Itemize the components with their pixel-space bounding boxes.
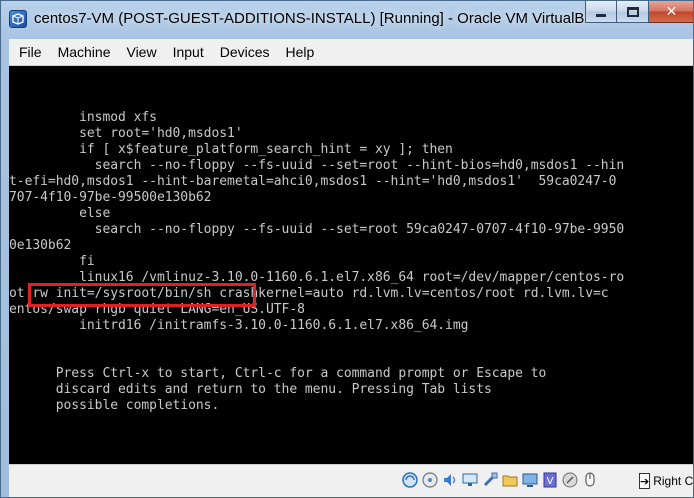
menu-help[interactable]: Help bbox=[278, 39, 323, 66]
audio-icon[interactable] bbox=[441, 471, 459, 489]
menu-file[interactable]: File bbox=[11, 39, 50, 66]
window-title: centos7-VM (POST-GUEST-ADDITIONS-INSTALL… bbox=[34, 10, 601, 27]
menu-machine[interactable]: Machine bbox=[50, 39, 119, 66]
console-line: 707-4f10-97be-99500e130b62 bbox=[9, 190, 212, 205]
menu-devices[interactable]: Devices bbox=[212, 39, 278, 66]
host-key-arrow-icon: ➔ bbox=[639, 473, 651, 489]
highlight-box-init-param bbox=[28, 283, 256, 307]
maximize-button[interactable] bbox=[617, 1, 649, 23]
console-line: fi bbox=[9, 254, 95, 269]
shared-folders-icon[interactable] bbox=[501, 471, 519, 489]
minimize-icon bbox=[596, 14, 606, 17]
virtualbox-app-icon[interactable] bbox=[9, 10, 27, 28]
console-line: search --no-floppy --fs-uuid --set=root … bbox=[9, 222, 625, 237]
network-icon[interactable] bbox=[461, 471, 479, 489]
menu-view[interactable]: View bbox=[118, 39, 164, 66]
mouse-integration-icon[interactable] bbox=[581, 471, 599, 489]
host-key-indicator[interactable]: ➔ Right Ctrl bbox=[639, 471, 694, 491]
console-line: if [ x$feature_platform_search_hint = xy… bbox=[9, 142, 453, 157]
usb-icon[interactable] bbox=[481, 471, 499, 489]
minimize-button[interactable] bbox=[585, 1, 617, 23]
close-button[interactable]: ✕ bbox=[649, 1, 693, 23]
console-line: search --no-floppy --fs-uuid --set=root … bbox=[9, 158, 625, 173]
title-bar[interactable]: centos7-VM (POST-GUEST-ADDITIONS-INSTALL… bbox=[1, 1, 693, 39]
console-line: initrd16 /initramfs-3.10.0-1160.6.1.el7.… bbox=[9, 318, 469, 333]
video-capture-icon[interactable]: V bbox=[541, 471, 559, 489]
status-bar: V ➔ Right Ctrl bbox=[9, 464, 694, 497]
console-line: t-efi=hd0,msdos1 --hint-baremetal=ahci0,… bbox=[9, 174, 617, 189]
console-line: 0e130b62 bbox=[9, 238, 72, 253]
menu-input[interactable]: Input bbox=[165, 39, 212, 66]
hard-disk-icon[interactable] bbox=[401, 471, 419, 489]
console-line: set root='hd0,msdos1' bbox=[9, 126, 243, 141]
optical-drive-icon[interactable] bbox=[421, 471, 439, 489]
grub-edit-text: insmod xfs set root='hd0,msdos1' if [ x$… bbox=[9, 110, 624, 414]
console-line: Press Ctrl-x to start, Ctrl-c for a comm… bbox=[9, 366, 547, 381]
console-line: possible completions. bbox=[9, 398, 220, 413]
console-line: else bbox=[9, 206, 111, 221]
host-key-label: Right Ctrl bbox=[653, 474, 694, 488]
console-line: insmod xfs bbox=[9, 110, 157, 125]
menu-bar: File Machine View Input Devices Help bbox=[9, 39, 693, 66]
vm-console-screen[interactable]: insmod xfs set root='hd0,msdos1' if [ x$… bbox=[9, 66, 693, 464]
svg-text:V: V bbox=[547, 476, 554, 487]
console-line: discard edits and return to the menu. Pr… bbox=[9, 382, 492, 397]
maximize-icon bbox=[626, 6, 639, 17]
virtualbox-window: centos7-VM (POST-GUEST-ADDITIONS-INSTALL… bbox=[0, 0, 694, 498]
display-icon[interactable] bbox=[521, 471, 539, 489]
close-icon: ✕ bbox=[665, 3, 678, 20]
cpu-icon[interactable] bbox=[561, 471, 579, 489]
